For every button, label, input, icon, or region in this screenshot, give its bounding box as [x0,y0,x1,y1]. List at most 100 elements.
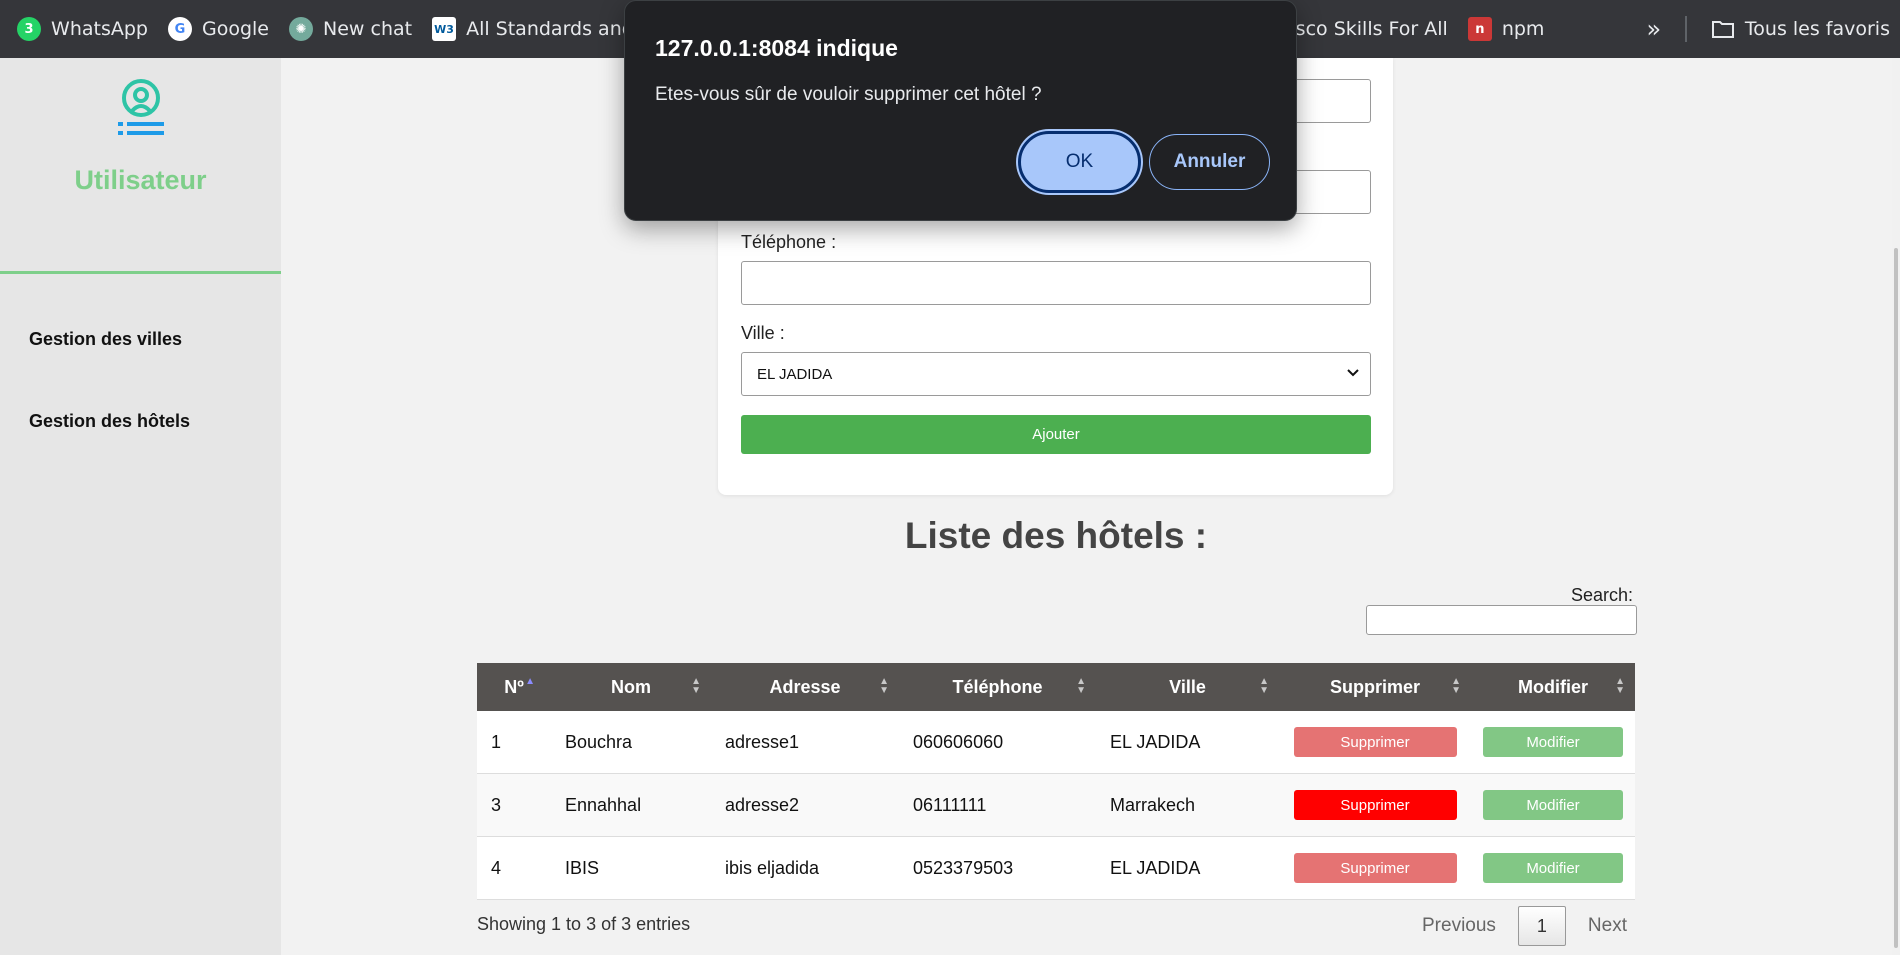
bookmark-new-chat[interactable]: ✺ New chat [279,11,422,47]
google-icon: G [168,17,192,41]
edit-button[interactable]: Modifier [1483,727,1623,757]
cell-modifier: Modifier [1471,774,1635,836]
cell-adresse: ibis eljadida [725,857,820,878]
bookmark-label: Google [202,18,270,40]
cell-modifier: Modifier [1471,837,1635,899]
bookmark-label: Tous les favoris [1744,18,1890,40]
dialog-message: Etes-vous sûr de vouloir supprimer cet h… [655,84,1042,105]
cell-num: 4 [491,857,502,878]
bookmark-google[interactable]: G Google [158,11,279,47]
cell-ville: EL JADIDA [1110,857,1201,878]
cell-nom: IBIS [565,857,600,878]
sort-icon: ▲ ▼ [1076,676,1086,696]
bookmarks-divider [1685,16,1687,42]
w3c-icon: W3 [432,17,457,41]
column-header-label: Nom [611,676,651,697]
bookmark-npm[interactable]: n npm [1458,11,1555,47]
chevron-double-right-icon: » [1646,15,1662,43]
sort-icon: ▲ ▼ [1451,676,1461,696]
search-input[interactable] [1366,605,1637,635]
user-list-icon [116,78,166,147]
cell-nom: Ennahhal [565,794,642,815]
dialog-cancel-button[interactable]: Annuler [1149,134,1270,190]
telephone-field[interactable] [741,261,1371,305]
cell-adresse: adresse2 [725,794,800,815]
column-header-modifier[interactable]: Modifier ▲ ▼ [1471,663,1635,711]
sort-icon: ▲ ▼ [1259,676,1269,696]
page-title: Liste des hôtels : [904,515,1208,556]
ville-select-value: EL JADIDA [757,365,833,383]
table-row: 4 IBIS ibis eljadida 0523379503 EL JADID… [477,837,1635,900]
folder-icon [1711,17,1735,41]
column-header-label: Nº [504,676,524,697]
chevron-down-icon [1346,366,1360,384]
column-header-label: Adresse [769,676,841,697]
sort-asc-icon: ▲ [525,676,535,687]
sidebar: Utilisateur Gestion des villes Gestion d… [0,58,281,955]
column-header-label: Ville [1169,676,1206,697]
pagination-page-1[interactable]: 1 [1517,906,1566,946]
cell-telephone: 0523379503 [913,857,1014,878]
column-header-label: Supprimer [1329,676,1421,697]
delete-button[interactable]: Supprimer [1293,853,1457,883]
hotels-table: Nº ▲ Nom ▲ ▼ Adresse ▲ ▼ Téléphone ▲ ▼ Vill… [477,663,1635,900]
delete-button[interactable]: Supprimer [1293,790,1457,820]
pagination-previous[interactable]: Previous [1400,906,1518,946]
pagination: Previous 1 Next [1400,906,1649,946]
cell-supprimer: Supprimer [1279,774,1471,836]
search-label: Search: [1571,585,1634,605]
bookmark-label: Cisco Skills For All [1277,18,1448,40]
bookmark-whatsapp[interactable]: 3 WhatsApp [7,11,158,47]
cell-nom: Bouchra [565,731,633,752]
pagination-next[interactable]: Next [1566,906,1649,946]
ville-select[interactable]: EL JADIDA [741,352,1371,396]
chatgpt-icon: ✺ [289,17,314,41]
column-header-ville[interactable]: Ville ▲ ▼ [1096,663,1279,711]
delete-button[interactable]: Supprimer [1293,727,1457,757]
dialog-title: 127.0.0.1:8084 indique [655,35,898,61]
npm-icon: n [1467,17,1492,41]
scrollbar-thumb[interactable] [1894,248,1898,948]
bookmark-label: npm [1501,18,1545,40]
sidebar-brand: Utilisateur [0,58,281,274]
column-header-num[interactable]: Nº ▲ [477,663,551,711]
confirm-dialog: 127.0.0.1:8084 indique Etes-vous sûr de … [624,0,1297,221]
column-header-label: Téléphone [952,676,1043,697]
bookmark-all-favorites[interactable]: Tous les favoris [1701,11,1900,47]
cell-telephone: 06111111 [913,794,987,815]
sidebar-link-villes[interactable]: Gestion des villes [0,329,281,350]
edit-button[interactable]: Modifier [1483,853,1623,883]
column-header-nom[interactable]: Nom ▲ ▼ [551,663,711,711]
sidebar-link-hotels[interactable]: Gestion des hôtels [0,411,281,432]
cell-supprimer: Supprimer [1279,837,1471,899]
dialog-ok-button[interactable]: OK [1018,131,1141,193]
whatsapp-icon: 3 [17,17,42,41]
sort-icon: ▲ ▼ [879,676,889,696]
column-header-label: Modifier [1518,676,1588,697]
column-header-supprimer[interactable]: Supprimer ▲ ▼ [1279,663,1471,711]
table-header: Nº ▲ Nom ▲ ▼ Adresse ▲ ▼ Téléphone ▲ ▼ Vill… [477,663,1635,711]
cell-adresse: adresse1 [725,731,800,752]
bookmark-label: WhatsApp [51,18,148,40]
cell-modifier: Modifier [1471,711,1635,773]
cell-ville: EL JADIDA [1110,731,1201,752]
cell-ville: Marrakech [1110,794,1196,815]
telephone-label: Téléphone : [741,232,837,252]
edit-button[interactable]: Modifier [1483,790,1623,820]
sort-icon: ▲ ▼ [1615,676,1625,696]
add-hotel-button[interactable]: Ajouter [741,415,1371,454]
cell-telephone: 060606060 [913,731,1004,752]
bookmark-label: New chat [323,18,413,40]
bookmarks-overflow-button[interactable]: » [1636,11,1671,47]
sort-icon: ▲ ▼ [691,676,701,696]
sidebar-brand-title: Utilisateur [74,165,207,195]
cell-num: 1 [491,731,502,752]
table-row: 1 Bouchra adresse1 060606060 EL JADIDA S… [477,711,1635,774]
ville-label: Ville : [741,323,785,343]
column-header-telephone[interactable]: Téléphone ▲ ▼ [899,663,1096,711]
cell-supprimer: Supprimer [1279,711,1471,773]
column-header-adresse[interactable]: Adresse ▲ ▼ [711,663,899,711]
table-row: 3 Ennahhal adresse2 06111111 Marrakech S… [477,774,1635,837]
cell-num: 3 [491,794,502,815]
table-info: Showing 1 to 3 of 3 entries [477,914,691,934]
